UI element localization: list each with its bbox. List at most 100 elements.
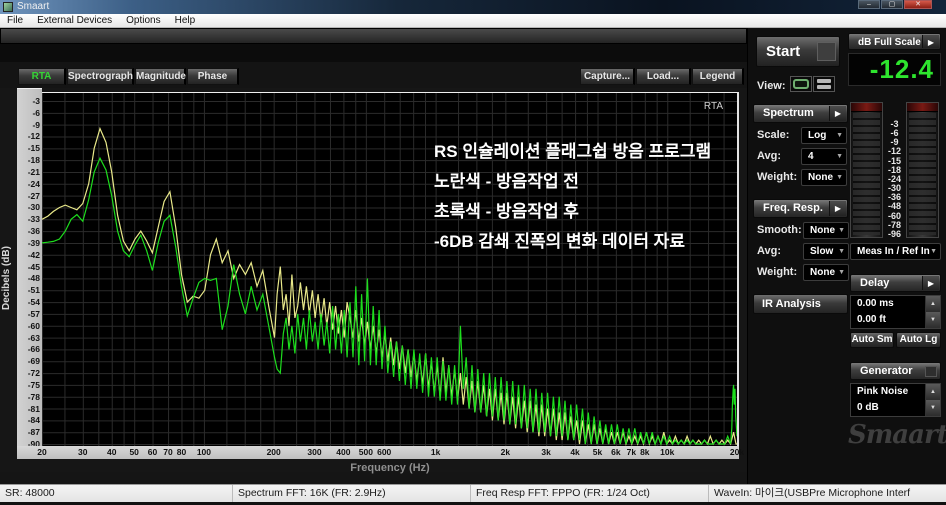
capture-button[interactable]: Capture... xyxy=(580,68,635,85)
generator-section-header[interactable]: Generator xyxy=(850,362,941,380)
meter-scale: -3-6-9-12-15-18-24-30-36-48-60-78-96 xyxy=(884,120,905,238)
meter-scale-label: -60 xyxy=(884,212,905,220)
tab-magnitude[interactable]: Magnitude xyxy=(135,68,186,85)
x-tick-label: 300 xyxy=(307,447,321,457)
y-tick-label: -57 xyxy=(18,309,40,319)
y-tick-label: -48 xyxy=(18,273,40,283)
smooth-select[interactable]: None▼ xyxy=(803,222,849,239)
single-view-icon[interactable] xyxy=(790,76,812,92)
tab-rta[interactable]: RTA xyxy=(18,68,66,85)
chevron-right-icon: ▶ xyxy=(922,276,939,290)
y-tick-label: -15 xyxy=(18,143,40,153)
delay-spinner: ▲ ▼ xyxy=(925,296,940,328)
x-tick-label: 1k xyxy=(431,447,440,457)
close-button[interactable]: ✕ xyxy=(904,0,932,9)
freqresp-avg-value: Slow xyxy=(810,246,833,257)
x-axis-title: Frequency (Hz) xyxy=(300,462,480,474)
auto-large-button[interactable]: Auto Lg xyxy=(896,332,941,348)
annotation-line-3: 초록색 - 방음작업 후 xyxy=(434,197,711,227)
load-button[interactable]: Load... xyxy=(636,68,691,85)
input-source-select[interactable]: Meas In / Ref In▼ xyxy=(850,243,941,260)
meter-scale-label: -30 xyxy=(884,184,905,192)
delay-section-header[interactable]: Delay ▶ xyxy=(850,274,941,292)
dbfs-header[interactable]: dB Full Scale ▶ xyxy=(848,33,941,50)
spin-down-icon[interactable]: ▼ xyxy=(926,400,940,416)
split-view-icon[interactable] xyxy=(813,76,835,92)
freqresp-avg-select[interactable]: Slow ▼ xyxy=(803,243,849,260)
tab-phase[interactable]: Phase xyxy=(187,68,239,85)
freqresp-section-header[interactable]: Freq. Resp. ▶ xyxy=(753,199,848,218)
dbfs-header-label: dB Full Scale xyxy=(858,37,921,48)
meter-scale-label: -78 xyxy=(884,221,905,229)
x-tick-label: 7k xyxy=(627,447,636,457)
spectrum-avg-select[interactable]: 4▼ xyxy=(801,148,847,165)
x-tick-label: 20k xyxy=(730,447,744,457)
smaart-logo: Smaart xyxy=(848,420,943,450)
status-spectrum-fft: Spectrum FFT: 16K (FR: 2.9Hz) xyxy=(233,485,471,502)
close-icon: ✕ xyxy=(905,1,931,9)
y-tick-label: -87 xyxy=(18,427,40,437)
y-tick-label: -45 xyxy=(18,262,40,272)
title-bar: Smaart – ▢ ✕ xyxy=(0,0,946,14)
annotation-line-2: 노란색 - 방음작업 전 xyxy=(434,167,711,197)
split-pane-glyph xyxy=(817,79,831,83)
meter-scale-label: -18 xyxy=(884,166,905,174)
menu-options[interactable]: Options xyxy=(119,15,167,26)
y-tick-label: -12 xyxy=(18,131,40,141)
spectrum-weight-select[interactable]: None▼ xyxy=(801,169,847,186)
auto-small-button[interactable]: Auto Sm xyxy=(850,332,894,348)
ir-analysis-button[interactable]: IR Analysis xyxy=(753,294,848,314)
minimize-button[interactable]: – xyxy=(858,0,880,9)
x-tick-label: 500 xyxy=(359,447,373,457)
start-button[interactable]: Start xyxy=(756,36,840,67)
generator-header-label: Generator xyxy=(860,365,913,377)
legend-button[interactable]: Legend xyxy=(692,68,744,85)
y-tick-label: -84 xyxy=(18,415,40,425)
status-freqresp-fft: Freq Resp FFT: FPPO (FR: 1/24 Oct) xyxy=(471,485,709,502)
chevron-down-icon: ▼ xyxy=(838,244,845,259)
y-tick-label: -27 xyxy=(18,191,40,201)
meter-scale-label: -36 xyxy=(884,193,905,201)
generator-on-indicator[interactable] xyxy=(925,366,937,377)
maximize-button[interactable]: ▢ xyxy=(881,0,903,9)
x-tick-label: 600 xyxy=(377,447,391,457)
x-tick-label: 400 xyxy=(336,447,350,457)
spin-up-icon[interactable]: ▲ xyxy=(926,384,940,400)
y-tick-label: -54 xyxy=(18,297,40,307)
y-axis: -3-6-9-12-15-18-21-24-27-30-33-36-39-42-… xyxy=(17,88,42,446)
spin-up-icon[interactable]: ▲ xyxy=(926,296,940,312)
input-level-meter-right xyxy=(906,102,939,238)
delay-value-box: 0.00 ms 0.00 ft ▲ ▼ xyxy=(850,295,941,329)
freqresp-header-label: Freq. Resp. xyxy=(763,202,823,214)
tab-spectrograph[interactable]: Spectrograph xyxy=(67,68,134,85)
delay-header-label: Delay xyxy=(860,277,889,289)
smaart-window: Smaart – ▢ ✕ File External Devices Optio… xyxy=(0,0,946,505)
x-tick-label: 60 xyxy=(148,447,157,457)
menu-help[interactable]: Help xyxy=(168,15,203,26)
menu-file[interactable]: File xyxy=(0,15,30,26)
chevron-down-icon: ▼ xyxy=(836,149,843,164)
chevron-down-icon: ▼ xyxy=(838,265,845,280)
app-icon xyxy=(3,2,13,12)
freqresp-weight-select[interactable]: None▼ xyxy=(803,264,849,281)
scale-select[interactable]: Log▼ xyxy=(801,127,847,144)
y-tick-label: -63 xyxy=(18,333,40,343)
scale-value: Log xyxy=(808,130,826,141)
x-tick-label: 70 xyxy=(163,447,172,457)
status-bar: SR: 48000 Spectrum FFT: 16K (FR: 2.9Hz) … xyxy=(0,484,946,502)
spin-down-icon[interactable]: ▼ xyxy=(926,312,940,328)
single-pane-glyph xyxy=(793,79,809,89)
input-source-value: Meas In / Ref In xyxy=(857,246,930,257)
tab-bar: RTA Spectrograph Magnitude Phase Capture… xyxy=(0,62,747,88)
x-tick-label: 200 xyxy=(267,447,281,457)
scale-label: Scale: xyxy=(757,129,789,141)
spectrum-section-header[interactable]: Spectrum ▶ xyxy=(753,104,848,123)
x-tick-label: 80 xyxy=(177,447,186,457)
freqresp-weight-label: Weight: xyxy=(757,266,797,278)
plot-area[interactable]: RTA RS 인슐레이션 플래그쉽 방음 프로그램 노란색 - 방음작업 전 초… xyxy=(42,92,739,446)
chevron-down-icon: ▼ xyxy=(930,244,937,259)
clip-indicator xyxy=(851,103,882,112)
meter-scale-label: -12 xyxy=(884,147,905,155)
menu-external-devices[interactable]: External Devices xyxy=(30,15,119,26)
meter-segments xyxy=(853,113,880,235)
